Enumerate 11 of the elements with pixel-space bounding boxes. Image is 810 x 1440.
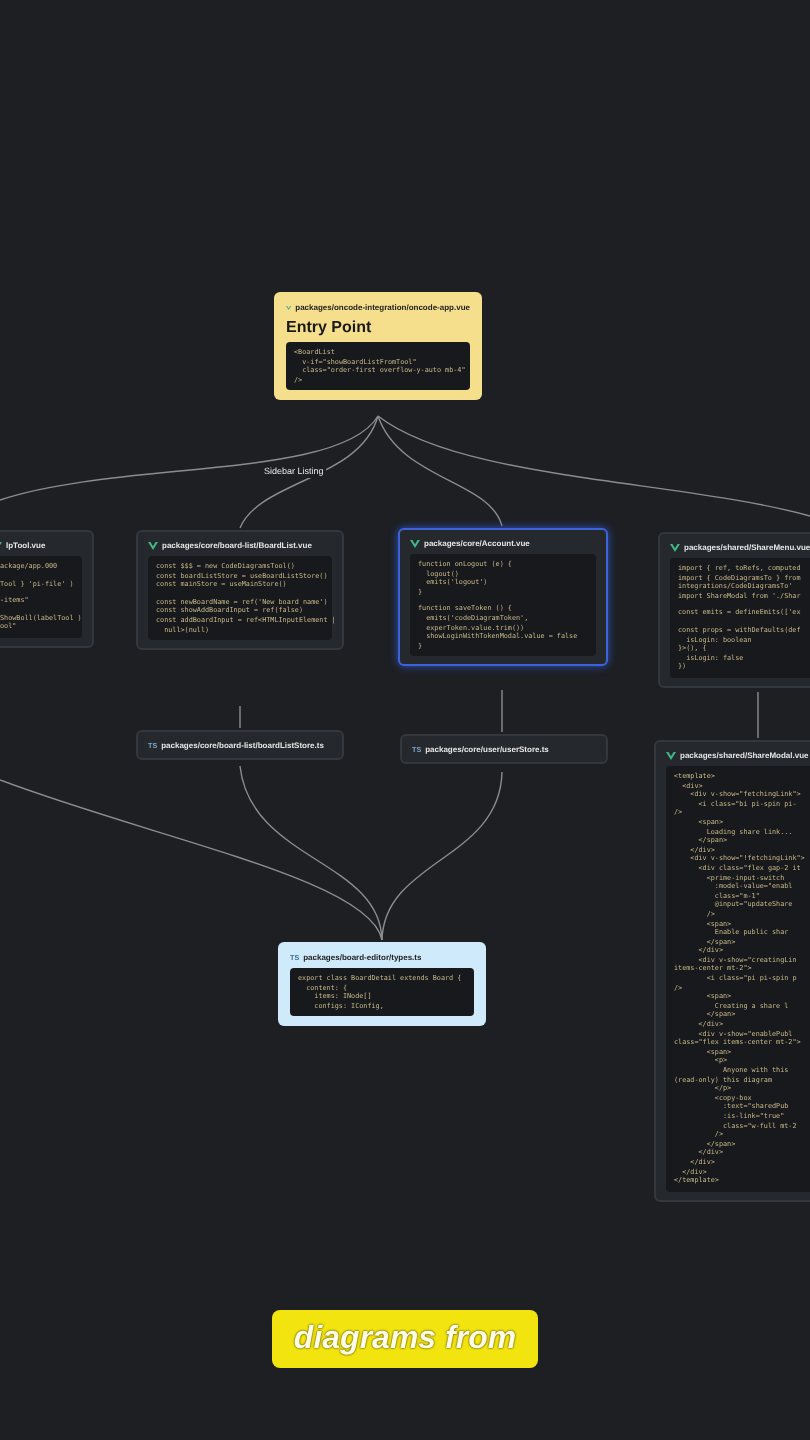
vue-logo-icon	[410, 539, 420, 547]
connector-line	[239, 705, 241, 729]
connector-line	[757, 691, 759, 739]
vue-logo-icon	[286, 303, 292, 311]
node-heading: Entry Point	[286, 318, 374, 336]
caption: diagrams from	[272, 1310, 538, 1368]
vue-logo-icon	[148, 541, 158, 549]
vue-logo-icon	[670, 543, 680, 551]
connector-line	[501, 689, 503, 733]
file-node[interactable]	[136, 530, 344, 651]
vue-logo-icon	[666, 751, 676, 759]
